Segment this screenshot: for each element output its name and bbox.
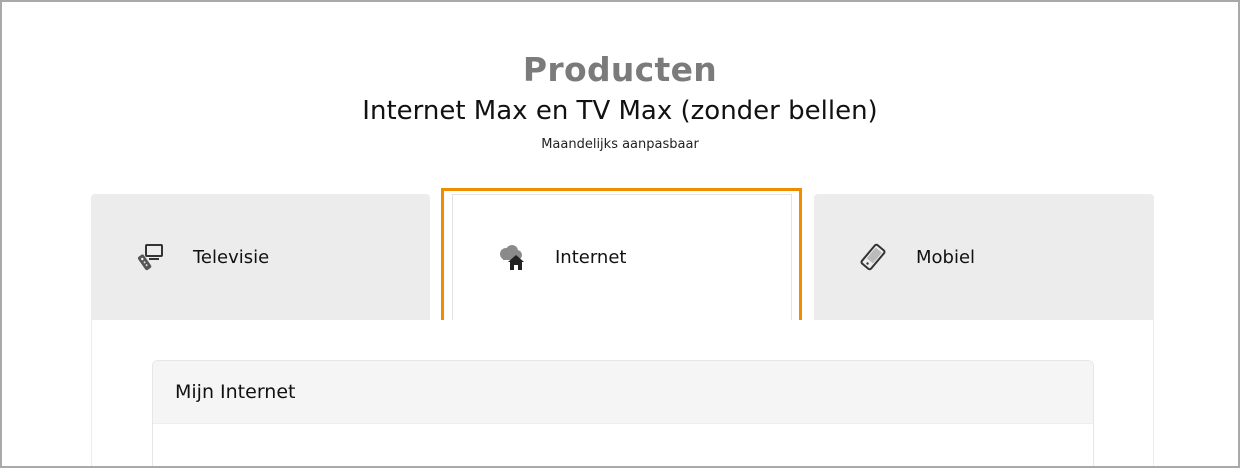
mobile-phone-icon	[858, 242, 888, 272]
tab-label-televisie: Televisie	[193, 246, 270, 268]
mijn-internet-card: Mijn Internet	[152, 360, 1094, 466]
tab-televisie[interactable]: Televisie	[91, 194, 430, 320]
remote-control-icon	[135, 242, 165, 272]
product-name: Internet Max en TV Max (zonder bellen)	[362, 96, 878, 126]
subscription-subtitle: Maandelijks aanpasbaar	[541, 137, 699, 152]
tab-internet[interactable]: Internet	[452, 194, 792, 320]
tab-label-mobiel: Mobiel	[916, 246, 976, 268]
page-title: Producten	[522, 50, 718, 89]
tab-label-internet: Internet	[555, 247, 627, 268]
screenshot-frame: Producten Internet Max en TV Max (zonder…	[0, 0, 1240, 468]
cloud-house-icon	[497, 243, 527, 273]
tab-mobiel[interactable]: Mobiel	[814, 194, 1154, 320]
card-title: Mijn Internet	[153, 361, 1093, 424]
